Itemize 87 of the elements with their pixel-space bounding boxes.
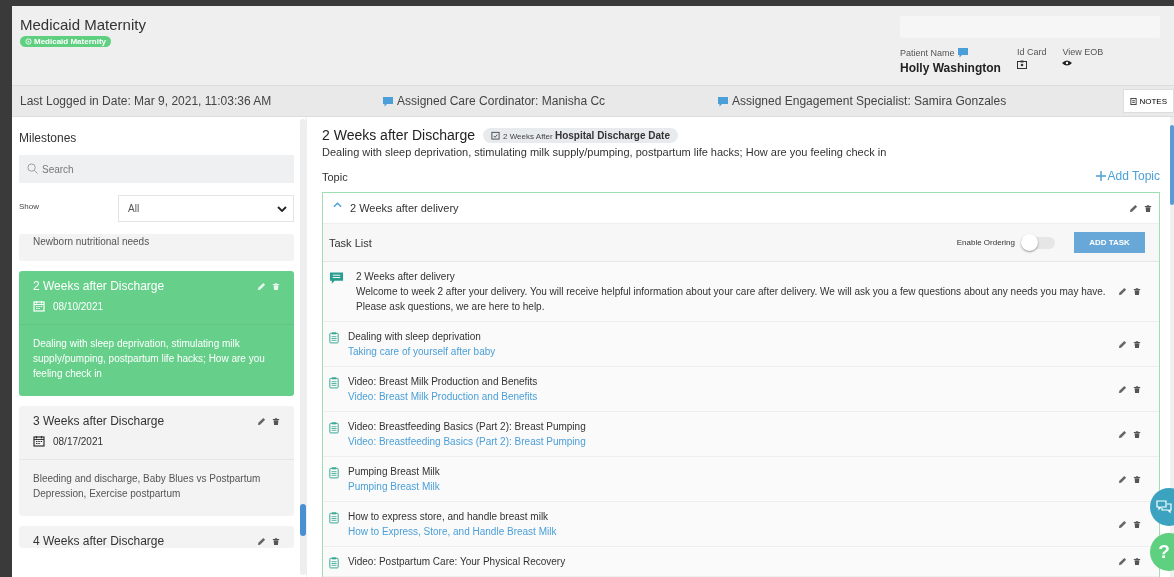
clipboard-icon (329, 421, 339, 434)
task-title: Pumping Breast Milk (348, 465, 441, 479)
program-icon (25, 38, 32, 45)
toggle-label: Enable Ordering (956, 238, 1015, 248)
milestone-heading: 2 Weeks after Discharge (322, 127, 476, 143)
edit-icon[interactable] (1118, 287, 1127, 296)
edit-icon[interactable] (1118, 339, 1127, 349)
trash-icon[interactable] (1133, 339, 1141, 349)
edit-icon[interactable] (1129, 203, 1138, 213)
schedule-badge: 2 Weeks After Hospital Discharge Date (483, 127, 678, 143)
edit-icon[interactable] (1118, 384, 1127, 394)
task-link[interactable]: Taking care of yourself after baby (348, 344, 1109, 359)
section-title: Milestones (19, 131, 78, 145)
milestone-card[interactable]: 3 Weeks after Discharge 08/17/2021 Bleeding and discharge, Baby Blues vs Postpartum Depression, Exercise postpartum (19, 406, 294, 516)
page-title: Medicaid Maternity (20, 16, 146, 33)
milestone-description: Bleeding and discharge, Baby Blues vs Postpartum Depression, Exercise postpartum (19, 459, 294, 516)
milestone-title: 4 Weeks after Discharge (33, 534, 165, 548)
task-title: Video: Breastfeeding Basics (Part 2): Breast Pumping (348, 420, 587, 434)
add-task-button[interactable]: ADD TASK (1074, 232, 1145, 254)
trash-icon[interactable] (272, 536, 280, 546)
search-field[interactable]: Search (19, 155, 294, 183)
task-link[interactable]: Pumping Breast Milk (348, 479, 1109, 494)
clipboard-icon (329, 376, 339, 389)
add-topic-link[interactable]: Add Topic (1095, 169, 1160, 183)
notes-button[interactable]: NOTES (1123, 89, 1174, 113)
trash-icon[interactable] (1133, 287, 1141, 296)
calendar-icon (491, 130, 501, 140)
milestone-date: 08/10/2021 (53, 300, 104, 312)
task-link[interactable]: Video: Breastfeeding Basics (Part 2): Breast Pumping (348, 434, 1109, 449)
chevron-down-icon (277, 205, 287, 212)
field-label: Show (19, 202, 40, 211)
trash-icon[interactable] (272, 416, 280, 426)
task-list-label: Task List (329, 236, 372, 249)
chat-icon (717, 95, 729, 107)
calendar-icon (33, 300, 45, 312)
field-label: Patient Name (900, 47, 955, 58)
patient-name: Holly Washington (900, 61, 1001, 75)
calendar-icon (33, 435, 45, 447)
edit-icon[interactable] (1118, 557, 1127, 566)
task-link[interactable]: How to Express, Store, and Handle Breast Milk (348, 524, 1109, 539)
trash-icon[interactable] (1133, 519, 1141, 529)
milestone-description: Dealing with sleep deprivation, stimulating milk supply/pumping, postpartum life hacks; How are you feeling check in (322, 146, 888, 158)
care-coordinator-text: Assigned Care Cordinator: Manisha Cc (397, 94, 606, 108)
task-link[interactable]: Video: Breast Milk Production and Benefits (348, 389, 1109, 404)
task-title: 2 Weeks after delivery (356, 270, 456, 284)
clipboard-icon (329, 331, 339, 344)
task-title: How to express store, and handle breast milk (348, 510, 550, 524)
edit-icon[interactable] (257, 536, 266, 546)
field-label: Id Card (1016, 47, 1047, 57)
edit-icon[interactable] (1118, 429, 1127, 439)
edit-icon[interactable] (257, 416, 266, 426)
milestone-description: Dealing with sleep deprivation, stimulating milk supply/pumping, postpartum life hacks; How are you feeling check in (19, 324, 294, 396)
trash-icon[interactable] (1133, 474, 1141, 484)
task-title: Dealing with sleep deprivation (348, 330, 482, 344)
edit-icon[interactable] (1118, 519, 1127, 529)
scrollbar[interactable] (300, 119, 306, 575)
task-title: Video: Postpartum Care: Your Physical Recovery (348, 555, 567, 569)
edit-icon[interactable] (1118, 474, 1127, 484)
task-title: Video: Breast Milk Production and Benefits (348, 375, 539, 389)
topic-title: 2 Weeks after delivery (350, 202, 459, 215)
engagement-specialist-text: Assigned Engagement Specialist: Samira Gonzales (732, 94, 1007, 108)
toggle-switch[interactable] (1023, 236, 1055, 249)
trash-icon[interactable] (1133, 429, 1141, 439)
chat-icon (382, 95, 394, 107)
notes-icon (1130, 97, 1138, 105)
clipboard-icon (329, 466, 339, 479)
scrollbar[interactable] (1170, 125, 1174, 205)
trash-icon[interactable] (1144, 203, 1152, 213)
milestone-date: 08/17/2021 (53, 435, 104, 447)
plus-icon (1095, 171, 1106, 181)
trash-icon[interactable] (1133, 384, 1141, 394)
program-badge: Medicaid Maternity (20, 36, 111, 47)
chevron-icon[interactable] (333, 202, 342, 209)
message-icon (329, 271, 344, 285)
milestone-title: 3 Weeks after Discharge (33, 414, 165, 428)
task-description: Welcome to week 2 after your delivery. You will receive helpful information about your care after delivery. We will ask you a few questions about any needs you may have. Please ask questions, we are here to help. (356, 285, 1107, 314)
section-label: Topic (322, 171, 348, 183)
trash-icon[interactable] (1133, 557, 1141, 566)
chat-bubbles-icon (1156, 500, 1172, 514)
field-label: View EOB (1062, 47, 1104, 57)
show-dropdown[interactable]: All (118, 195, 294, 222)
clipboard-icon (329, 556, 339, 569)
clipboard-icon (329, 511, 339, 524)
milestone-title: 2 Weeks after Discharge (33, 279, 165, 293)
last-logged-text: Last Logged in Date: Mar 9, 2021, 11:03:36 AM (20, 94, 273, 108)
milestone-card[interactable]: 4 Weeks after Discharge (19, 526, 294, 548)
milestone-card[interactable]: Newborn nutritional needs (19, 234, 294, 261)
